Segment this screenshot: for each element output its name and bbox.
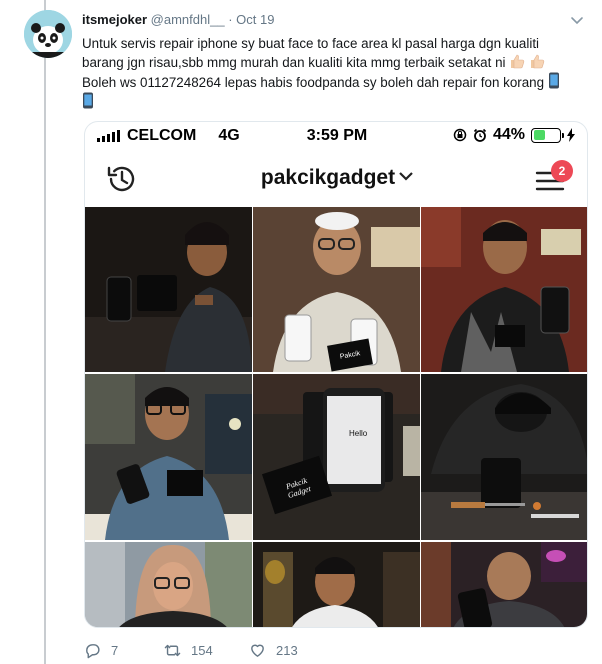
thumbs-up-icon xyxy=(530,54,545,69)
grid-photo[interactable]: Pakcik xyxy=(253,207,420,372)
heart-icon xyxy=(251,644,264,657)
reply-count: 7 xyxy=(111,642,119,658)
tweet-text-line-1: Untuk servis repair iphone sy buat face … xyxy=(82,36,540,51)
charging-bolt-icon xyxy=(567,128,575,142)
tweet-actions: 7 154 213 xyxy=(84,640,298,660)
photo-screen-text: Hello xyxy=(349,429,368,438)
instagram-header: pakcikgadget 2 xyxy=(85,152,587,208)
tweet-text-line-3: Boleh ws 01127248264 lepas habis foodpan… xyxy=(82,75,545,90)
like-count: 213 xyxy=(276,642,298,658)
phone-status-bar: CELCOM 4G 3:59 PM 44% xyxy=(85,122,587,150)
photo-man-two-phones: Pakcik xyxy=(253,207,420,372)
grid-photo[interactable] xyxy=(85,374,252,540)
grid-photo[interactable] xyxy=(85,542,252,627)
tweet-text-line-2-wrap: barang jgn risau,sbb mmg murah dan kuali… xyxy=(82,53,587,72)
grid-photo[interactable] xyxy=(85,207,252,372)
reply-icon xyxy=(86,643,100,658)
instagram-username-switcher[interactable]: pakcikgadget xyxy=(85,166,587,190)
panda-avatar-icon xyxy=(24,10,72,58)
tweet-media-image[interactable]: CELCOM 4G 3:59 PM 44% pakcikgadget 2 Pak… xyxy=(84,121,588,628)
separator-dot: · xyxy=(228,12,233,27)
tweet-header: itsmejoker @amnfdhl__ · Oct 19 xyxy=(82,12,274,28)
rotation-lock-icon xyxy=(453,128,467,142)
photo-man-white-shirt xyxy=(253,542,420,627)
grid-photo[interactable] xyxy=(421,374,587,540)
like-button[interactable]: 213 xyxy=(249,642,298,659)
tweet-date[interactable]: Oct 19 xyxy=(236,12,274,27)
grid-photo[interactable]: Hello Pakcik Gadget xyxy=(253,374,420,540)
tweet-text-line-4-wrap xyxy=(82,92,587,112)
photo-man-plaid-shirt xyxy=(421,207,587,372)
photo-woman-hijab xyxy=(85,542,252,627)
grid-photo[interactable] xyxy=(253,542,420,627)
alarm-icon xyxy=(473,128,487,142)
photo-man-holding-phone xyxy=(85,207,252,372)
retweet-button[interactable]: 154 xyxy=(164,642,249,659)
photo-technician-repair xyxy=(421,374,587,540)
grid-photo[interactable] xyxy=(421,542,587,627)
battery-icon xyxy=(531,127,564,143)
chevron-down-icon xyxy=(399,172,413,181)
photo-grid: Pakcik Hello Pakcik Gadget xyxy=(85,207,587,627)
thread-line xyxy=(44,0,46,664)
photo-man-outdoor-night xyxy=(85,374,252,540)
battery-level xyxy=(533,130,545,140)
thumbs-up-icon xyxy=(511,54,525,69)
tweet-text: Untuk servis repair iphone sy buat face … xyxy=(82,35,587,112)
avatar[interactable] xyxy=(24,10,72,58)
mobile-phone-icon xyxy=(548,72,559,89)
tweet-text-line-3-wrap: Boleh ws 01127248264 lepas habis foodpan… xyxy=(82,72,587,92)
photo-man-with-phone xyxy=(421,542,587,627)
mobile-phone-icon xyxy=(83,92,93,109)
grid-photo[interactable] xyxy=(421,207,587,372)
tweet-text-line-2: barang jgn risau,sbb mmg murah dan kuali… xyxy=(82,55,506,70)
photo-iphone-box-hello: Hello Pakcik Gadget xyxy=(253,374,420,540)
battery-percent: 44% xyxy=(492,126,525,143)
chevron-down-icon[interactable] xyxy=(570,14,584,28)
retweet-count: 154 xyxy=(191,642,213,658)
reply-button[interactable]: 7 xyxy=(84,642,164,659)
user-handle[interactable]: @amnfdhl__ xyxy=(151,12,225,27)
notification-badge: 2 xyxy=(551,160,573,182)
retweet-icon xyxy=(164,644,181,656)
instagram-username: pakcikgadget xyxy=(260,166,396,189)
status-right: 44% xyxy=(453,126,575,144)
display-name[interactable]: itsmejoker xyxy=(82,12,147,27)
